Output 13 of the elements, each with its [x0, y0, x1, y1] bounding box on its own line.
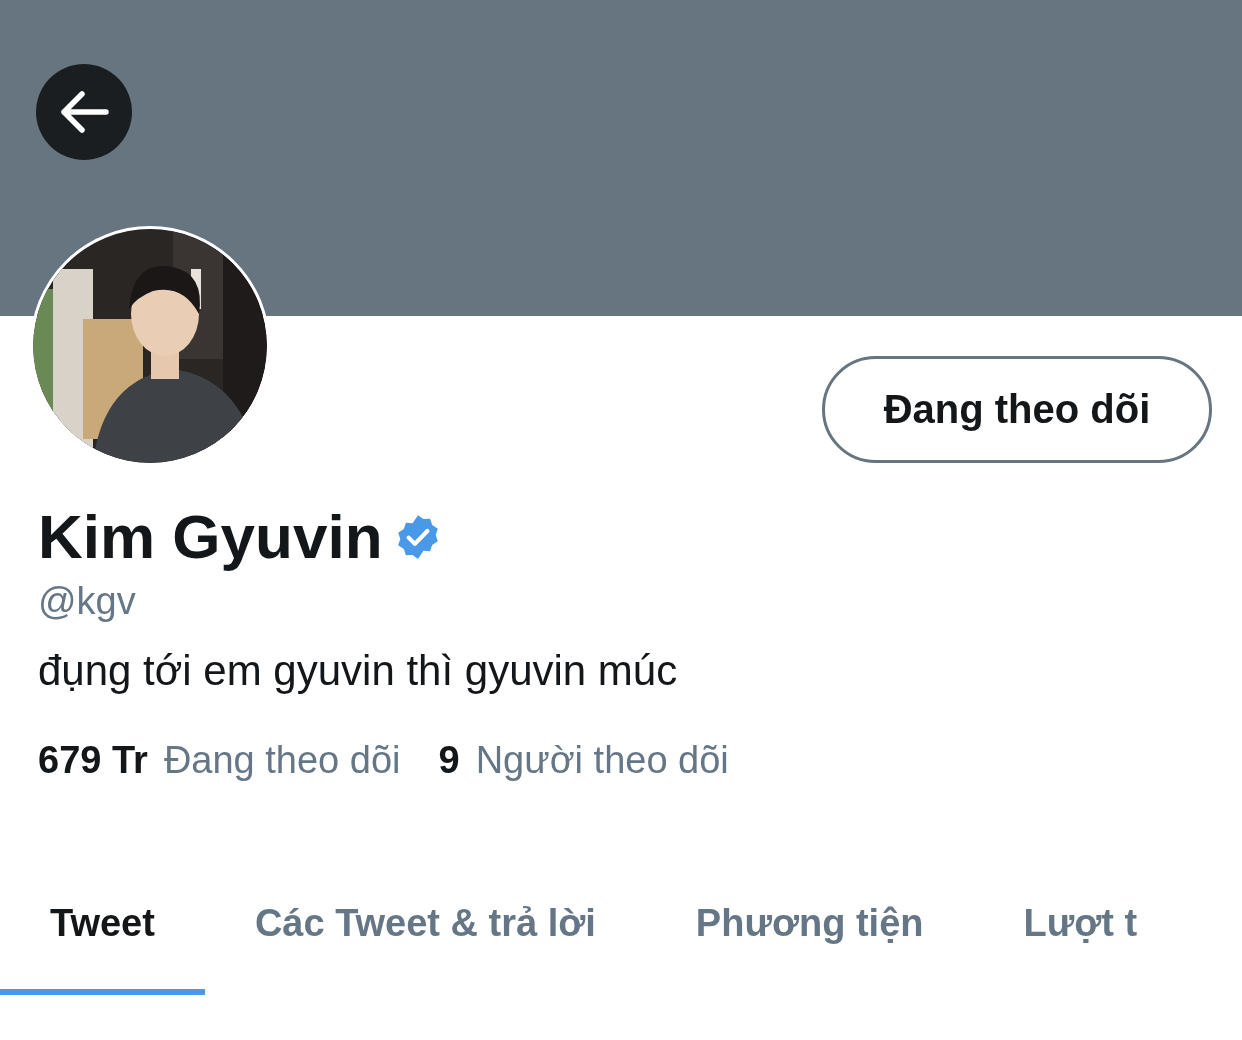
display-name: Kim Gyuvin: [38, 501, 383, 572]
profile-tab[interactable]: Tweet: [0, 882, 205, 995]
profile-tab[interactable]: Các Tweet & trả lời: [204, 882, 646, 995]
stat-label[interactable]: Đang theo dõi: [163, 739, 401, 782]
back-arrow-icon: [58, 90, 110, 134]
username-handle: @kgv: [38, 580, 137, 623]
following-button[interactable]: Đang theo dõi: [822, 356, 1212, 463]
stat-count: 9: [438, 739, 460, 782]
profile-tab[interactable]: Phương tiện: [645, 882, 974, 995]
stat-label[interactable]: Người theo dõi: [475, 739, 729, 782]
profile-tab[interactable]: Lượt t: [973, 882, 1188, 995]
stat-count: 679 Tr: [38, 739, 148, 782]
bio-text: đụng tới em gyuvin thì gyuvin múc: [38, 647, 679, 695]
